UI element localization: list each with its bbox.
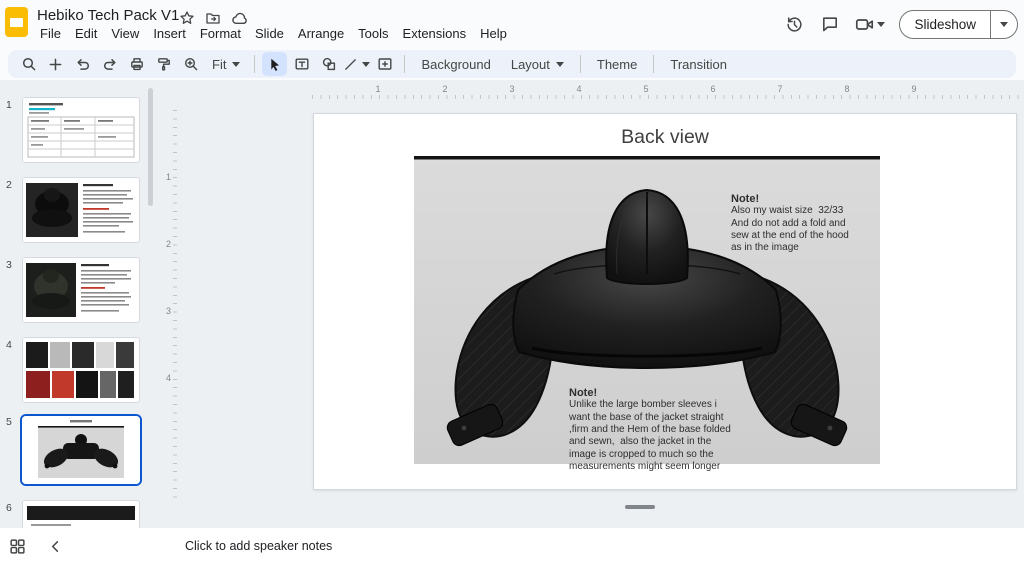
- background-button[interactable]: Background: [412, 52, 499, 76]
- speaker-notes-bar: Click to add speaker notes: [0, 528, 1024, 563]
- menu-file[interactable]: File: [33, 24, 68, 43]
- slide-1-preview: [22, 97, 140, 163]
- search-icon[interactable]: [16, 52, 41, 76]
- slide-number: 6: [6, 502, 12, 514]
- menu-edit[interactable]: Edit: [68, 24, 104, 43]
- line-tool-icon[interactable]: [343, 52, 370, 76]
- slideshow-split-button: Slideshow: [899, 10, 1018, 39]
- print-icon[interactable]: [124, 52, 149, 76]
- note-text-bottom[interactable]: Note!Unlike the large bomber sleeves i w…: [569, 362, 731, 486]
- line-tool-caret: [362, 62, 370, 67]
- slide-canvas[interactable]: Back view: [313, 113, 1017, 490]
- toolbar-divider: [653, 55, 654, 73]
- layout-button[interactable]: Layout: [502, 52, 573, 76]
- plus-icon[interactable]: [43, 52, 68, 76]
- meet-dropdown-caret[interactable]: [877, 22, 885, 27]
- redo-icon[interactable]: [97, 52, 122, 76]
- note-bottom-body: Unlike the large bomber sleeves i want t…: [569, 399, 731, 472]
- slide-3-preview: [22, 257, 140, 323]
- menu-arrange[interactable]: Arrange: [291, 24, 351, 43]
- transition-button[interactable]: Transition: [661, 52, 736, 76]
- version-history-icon[interactable]: [783, 13, 805, 35]
- collapse-filmstrip-icon[interactable]: [46, 537, 64, 555]
- menu-insert[interactable]: Insert: [146, 24, 193, 43]
- header-actions: Slideshow: [783, 6, 1018, 42]
- note-bottom-heading: Note!: [569, 387, 731, 399]
- zoom-icon[interactable]: [178, 52, 203, 76]
- select-tool-icon[interactable]: [262, 52, 287, 76]
- layout-caret: [556, 62, 564, 67]
- menu-bar: File Edit View Insert Format Slide Arran…: [33, 24, 514, 43]
- slide-number: 4: [6, 339, 12, 351]
- slides-logo-page: [10, 18, 23, 27]
- slideshow-dropdown[interactable]: [991, 22, 1017, 27]
- zoom-fit-caret: [232, 62, 240, 67]
- filmstrip-scrollbar[interactable]: [148, 88, 153, 206]
- slide-number: 5: [6, 416, 12, 428]
- slide-number: 2: [6, 179, 12, 191]
- menu-view[interactable]: View: [104, 24, 146, 43]
- toolbar-divider: [254, 55, 255, 73]
- jacket-back-image[interactable]: Note!Also my waist size 32/33 And do not…: [414, 156, 880, 464]
- undo-icon[interactable]: [70, 52, 95, 76]
- speaker-notes-placeholder: Click to add speaker notes: [185, 539, 332, 553]
- zoom-fit-select[interactable]: Fit: [205, 52, 247, 76]
- slideshow-button[interactable]: Slideshow: [900, 17, 990, 32]
- note-top-body: Also my waist size 32/33 And do not add …: [731, 205, 849, 253]
- grid-view-icon[interactable]: [8, 537, 26, 555]
- slide-number: 3: [6, 259, 12, 271]
- menu-help[interactable]: Help: [473, 24, 514, 43]
- toolbar-divider: [404, 55, 405, 73]
- insert-placeholder-icon[interactable]: [372, 52, 397, 76]
- meet-camera-icon[interactable]: [855, 15, 885, 34]
- notes-resize-handle[interactable]: [625, 505, 655, 509]
- slide-4-preview: [22, 337, 140, 403]
- vertical-ruler: 1 2 3 4: [162, 100, 177, 505]
- slide-number: 1: [6, 99, 12, 111]
- theme-button[interactable]: Theme: [588, 52, 646, 76]
- horizontal-ruler: 1 2 3 4 5 6 7 8 9: [162, 84, 1024, 99]
- slide-2-preview: [22, 177, 140, 243]
- menu-format[interactable]: Format: [193, 24, 248, 43]
- toolbar-divider: [580, 55, 581, 73]
- note-top-heading: Note!: [731, 193, 849, 205]
- note-text-top[interactable]: Note!Also my waist size 32/33 And do not…: [731, 168, 849, 267]
- slides-logo[interactable]: [5, 7, 28, 37]
- paint-format-icon[interactable]: [151, 52, 176, 76]
- slide-5-preview: [20, 414, 142, 486]
- text-box-tool-icon[interactable]: [289, 52, 314, 76]
- menu-slide[interactable]: Slide: [248, 24, 291, 43]
- menu-extensions[interactable]: Extensions: [396, 24, 474, 43]
- comments-icon[interactable]: [819, 13, 841, 35]
- document-title[interactable]: Hebiko Tech Pack V1: [37, 7, 179, 24]
- zoom-fit-label: Fit: [212, 57, 226, 72]
- toolbar: Fit Background Layout Theme Transition: [8, 50, 1016, 78]
- slide-title[interactable]: Back view: [314, 126, 1016, 149]
- shape-tool-icon[interactable]: [316, 52, 341, 76]
- google-slides-app: Hebiko Tech Pack V1 File Edit View Inser…: [0, 0, 1024, 563]
- speaker-notes-input[interactable]: Click to add speaker notes: [185, 528, 1014, 563]
- menu-tools[interactable]: Tools: [351, 24, 395, 43]
- layout-label: Layout: [511, 57, 550, 72]
